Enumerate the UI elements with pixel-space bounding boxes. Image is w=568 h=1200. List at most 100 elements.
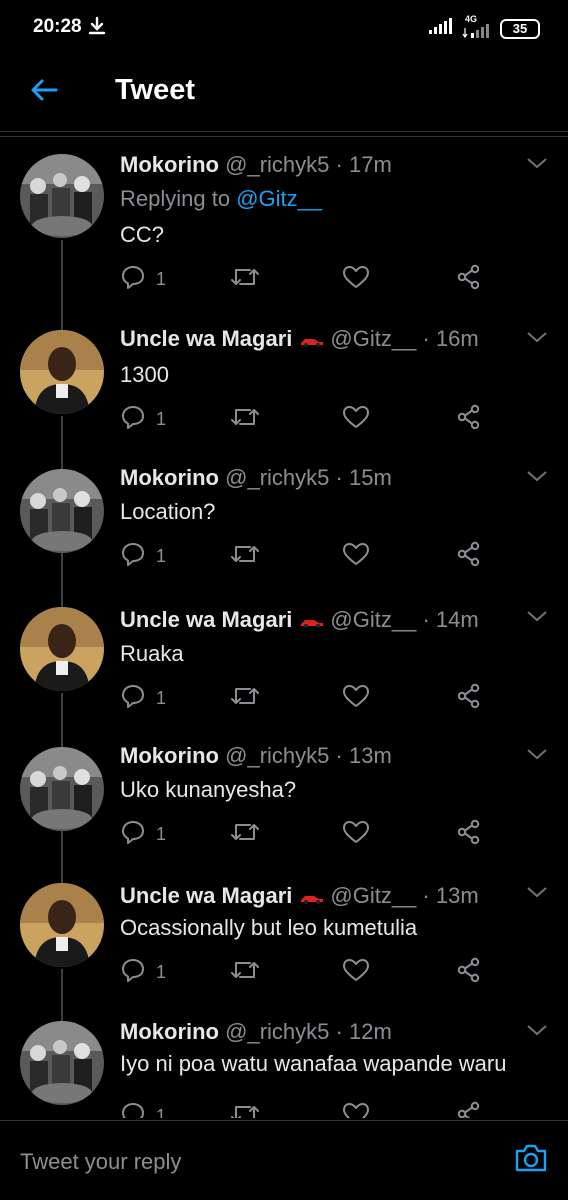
retweet-button[interactable]: [230, 1101, 260, 1118]
top-app-bar: Tweet: [0, 56, 568, 132]
separator-dot: ·: [422, 607, 430, 632]
separator-dot: ·: [335, 152, 343, 177]
heart-icon: [342, 957, 370, 988]
timestamp: 16m: [435, 326, 479, 351]
reply-icon: [120, 404, 146, 435]
like-button[interactable]: [342, 541, 370, 572]
reply-button[interactable]: 1: [120, 957, 166, 988]
chevron-down-icon[interactable]: [526, 609, 548, 628]
heart-icon: [342, 683, 370, 714]
tweet[interactable]: Mokorino @_richyk5 · 15m Location? 1: [0, 453, 568, 603]
like-button[interactable]: [342, 404, 370, 435]
share-button[interactable]: [456, 819, 482, 850]
avatar[interactable]: [20, 330, 104, 414]
replying-to: Replying to @Gitz__: [120, 186, 322, 212]
tweet-actions: 1: [120, 541, 490, 571]
tweet-actions: 1: [120, 683, 490, 713]
conversation-thread[interactable]: Mokorino @_richyk5 · 17m Replying to @Gi…: [0, 138, 568, 1118]
chevron-down-icon[interactable]: [526, 469, 548, 488]
handle[interactable]: @_richyk5: [225, 1019, 329, 1044]
reply-button[interactable]: 1: [120, 1101, 166, 1118]
handle[interactable]: @_richyk5: [225, 465, 329, 490]
avatar[interactable]: [20, 883, 104, 967]
heart-icon: [342, 819, 370, 850]
timestamp: 14m: [435, 607, 479, 632]
heart-icon: [342, 1101, 370, 1118]
tweet[interactable]: Uncle wa Magari @Gitz__ · 14m Ruaka 1: [0, 593, 568, 743]
heart-icon: [342, 404, 370, 435]
share-button[interactable]: [456, 541, 482, 572]
replying-to-label: Replying to: [120, 186, 231, 211]
reply-button[interactable]: 1: [120, 404, 166, 435]
handle[interactable]: @_richyk5: [225, 743, 329, 768]
retweet-button[interactable]: [230, 819, 260, 850]
chevron-down-icon[interactable]: [526, 885, 548, 904]
avatar[interactable]: [20, 607, 104, 691]
share-button[interactable]: [456, 957, 482, 988]
handle[interactable]: @Gitz__: [330, 607, 416, 632]
share-icon: [456, 264, 482, 295]
display-name[interactable]: Uncle wa Magari: [120, 883, 292, 908]
share-button[interactable]: [456, 683, 482, 714]
tweet[interactable]: Mokorino @_richyk5 · 17m Replying to @Gi…: [0, 138, 568, 330]
tweet-text: Ruaka: [120, 641, 184, 666]
tweet-actions: 1: [120, 264, 490, 294]
share-button[interactable]: [456, 264, 482, 295]
reply-button[interactable]: 1: [120, 819, 166, 850]
chevron-down-icon[interactable]: [526, 747, 548, 766]
reply-button[interactable]: 1: [120, 683, 166, 714]
avatar[interactable]: [20, 469, 104, 553]
like-button[interactable]: [342, 1101, 370, 1118]
avatar[interactable]: [20, 1021, 104, 1105]
chevron-down-icon[interactable]: [526, 330, 548, 349]
reply-count: 1: [156, 824, 167, 844]
handle[interactable]: @Gitz__: [330, 326, 416, 351]
like-button[interactable]: [342, 264, 370, 295]
reply-composer[interactable]: Tweet your reply: [0, 1120, 568, 1200]
status-time: 20:28: [33, 16, 82, 37]
tweet[interactable]: Uncle wa Magari @Gitz__ · 16m 1300 1: [0, 316, 568, 466]
tweet-header: Mokorino @_richyk5 · 17m: [120, 152, 392, 178]
avatar[interactable]: [20, 747, 104, 831]
battery-indicator: 35: [500, 18, 540, 39]
thread-line: [61, 316, 63, 330]
reply-button[interactable]: 1: [120, 541, 166, 572]
display-name[interactable]: Uncle wa Magari: [120, 326, 292, 351]
retweet-button[interactable]: [230, 541, 260, 572]
display-name[interactable]: Mokorino: [120, 743, 219, 768]
chevron-down-icon[interactable]: [526, 156, 548, 175]
retweet-icon: [230, 541, 260, 572]
tweet-header: Uncle wa Magari @Gitz__ · 14m: [120, 607, 479, 634]
reply-input[interactable]: Tweet your reply: [20, 1149, 181, 1175]
like-button[interactable]: [342, 957, 370, 988]
tweet[interactable]: Uncle wa Magari @Gitz__ · 13m Ocassionall…: [0, 869, 568, 1019]
display-name[interactable]: Mokorino: [120, 152, 219, 177]
group-photo-avatar-image: [20, 469, 104, 553]
like-button[interactable]: [342, 819, 370, 850]
handle[interactable]: @_richyk5: [225, 152, 329, 177]
handle[interactable]: @Gitz__: [330, 883, 416, 908]
retweet-button[interactable]: [230, 404, 260, 435]
reply-button[interactable]: 1: [120, 264, 166, 295]
display-name[interactable]: Mokorino: [120, 1019, 219, 1044]
back-arrow-icon[interactable]: [28, 74, 60, 106]
retweet-button[interactable]: [230, 957, 260, 988]
share-button[interactable]: [456, 1101, 482, 1118]
separator-dot: ·: [422, 883, 430, 908]
replying-to-handle[interactable]: @Gitz__: [236, 186, 322, 211]
share-button[interactable]: [456, 404, 482, 435]
timestamp: 13m: [348, 743, 392, 768]
tweet[interactable]: Mokorino @_richyk5 · 12m Iyo ni poa watu…: [0, 1005, 568, 1118]
display-name[interactable]: Mokorino: [120, 465, 219, 490]
camera-icon[interactable]: [514, 1143, 548, 1178]
tweet[interactable]: Mokorino @_richyk5 · 13m Uko kunanyesha?…: [0, 731, 568, 881]
retweet-button[interactable]: [230, 683, 260, 714]
reply-icon: [120, 819, 146, 850]
like-button[interactable]: [342, 683, 370, 714]
share-icon: [456, 541, 482, 572]
retweet-button[interactable]: [230, 264, 260, 295]
display-name[interactable]: Uncle wa Magari: [120, 607, 292, 632]
chevron-down-icon[interactable]: [526, 1023, 548, 1042]
tweet-text: Iyo ni poa watu wanafaa wapande waru: [120, 1051, 507, 1076]
avatar[interactable]: [20, 154, 104, 238]
